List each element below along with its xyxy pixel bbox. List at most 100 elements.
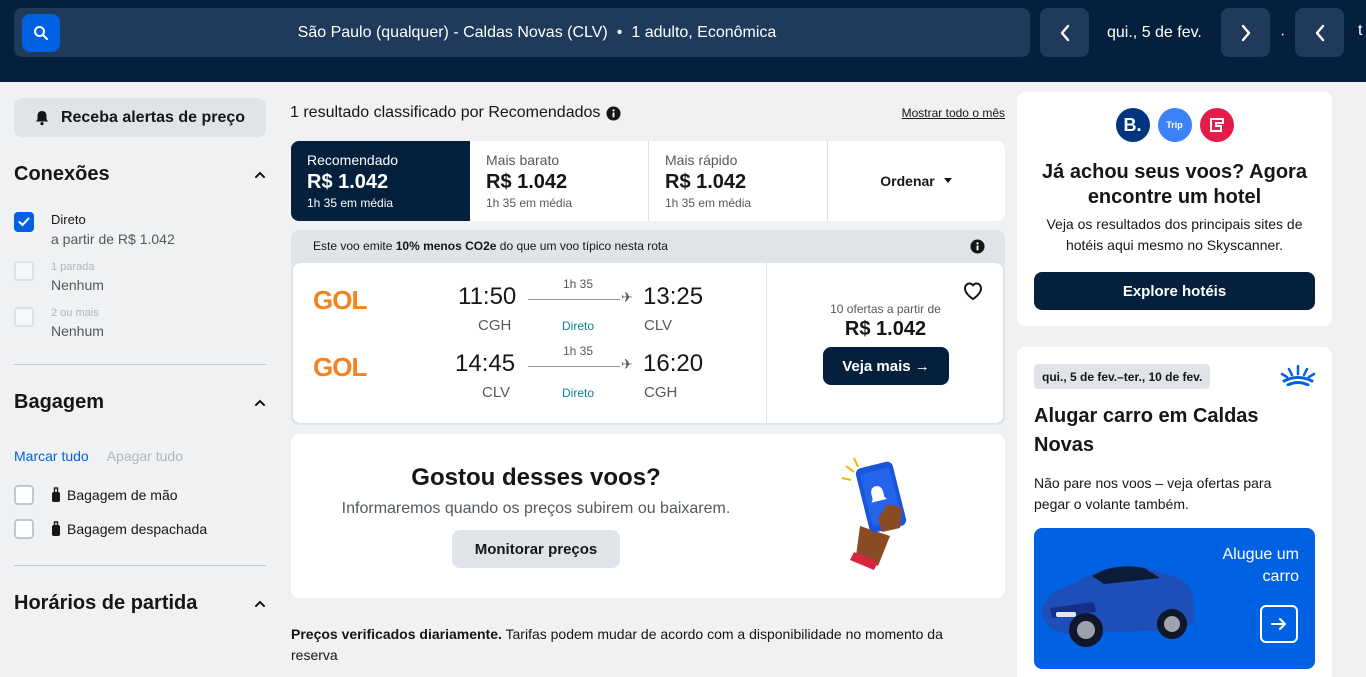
departure-time: 14:45	[455, 350, 516, 377]
departure-times-header[interactable]: Horários de partida	[14, 592, 266, 615]
departure-airport: CLV	[482, 384, 511, 401]
return-date[interactable]: t	[1358, 22, 1362, 40]
carry-on-label: Bagagem de mão	[67, 487, 178, 503]
results-header: 1 resultado classificado por Recomendado…	[290, 102, 1005, 124]
arrival-airport: CGH	[644, 384, 678, 401]
carry-on-checkbox[interactable]	[14, 485, 34, 505]
tab-recommended[interactable]: Recomendado R$ 1.042 1h 35 em média	[291, 141, 470, 221]
connections-header[interactable]: Conexões	[14, 163, 266, 186]
prev-return-date-button[interactable]	[1295, 8, 1344, 57]
partner-logo	[1199, 108, 1234, 142]
co2-prefix: Este voo emite	[313, 239, 396, 253]
checked-bag-checkbox[interactable]	[14, 519, 34, 539]
chevron-left-icon	[1315, 24, 1324, 41]
direct-label-group: Direto a partir de R$ 1.042	[51, 212, 175, 247]
car-banner-arrow-button[interactable]	[1260, 605, 1298, 643]
route-text: São Paulo (qualquer) - Caldas Novas (CLV…	[297, 23, 608, 41]
car-rental-banner[interactable]: Alugue um carro	[1034, 528, 1315, 669]
next-depart-date-button[interactable]	[1221, 8, 1270, 57]
two-plus-label-group: 2 ou mais Nenhum	[51, 307, 104, 339]
return-leg: GOL 14:45 CLV 1h 35 ✈ Direto 16:20 CGH	[293, 344, 767, 408]
flight-price: R$ 1.042	[844, 318, 927, 340]
co2-banner: Este voo emite 10% menos CO2e do que um …	[291, 230, 1005, 262]
skyscanner-sun-icon	[1280, 364, 1316, 386]
direct-checkbox[interactable]	[14, 212, 34, 232]
outbound-leg: GOL 11:50 CGH 1h 35 ✈ Direto 13:25 CLV	[293, 277, 767, 341]
booking-logo: B.	[1115, 108, 1150, 142]
departure-time: 11:50	[458, 283, 517, 310]
info-icon[interactable]	[970, 238, 985, 254]
tab-cheapest[interactable]: Mais barato R$ 1.042 1h 35 em média	[470, 141, 649, 221]
filter-2-plus-stops: 2 ou mais Nenhum	[14, 307, 266, 339]
sort-tabs: Recomendado R$ 1.042 1h 35 em média Mais…	[291, 141, 1005, 221]
co2-text: Este voo emite 10% menos CO2e do que um …	[313, 239, 668, 253]
car-banner-line-1: Alugue um	[1222, 546, 1300, 563]
carry-on-bag-icon	[52, 487, 60, 502]
prev-depart-date-button[interactable]	[1040, 8, 1089, 57]
arrival-time: 13:25	[643, 283, 704, 310]
chevron-up-icon	[255, 600, 265, 607]
co2-suffix: do que um voo típico nesta rota	[496, 239, 668, 253]
track-prices-button[interactable]: Monitorar preços	[452, 530, 620, 568]
chevron-right-icon	[1241, 24, 1250, 41]
chevron-up-icon	[255, 399, 265, 406]
flight-duration: 1h 35	[562, 277, 594, 291]
disclaimer-bold: Preços verificados diariamente.	[291, 626, 502, 642]
search-summary-text: São Paulo (qualquer) - Caldas Novas (CLV…	[14, 8, 1030, 57]
baggage-header[interactable]: Bagagem	[14, 391, 266, 414]
flight-card[interactable]: GOL 11:50 CGH 1h 35 ✈ Direto 13:25 CLV G…	[293, 263, 1003, 423]
car-banner-text: Alugue um carro	[1223, 544, 1300, 588]
baggage-title: Bagagem	[14, 391, 105, 413]
info-icon[interactable]	[606, 105, 621, 121]
arrival-airport: CLV	[644, 317, 673, 334]
hotel-crosssell-card: B. Trip Já achou seus voos? Agora encont…	[1017, 92, 1332, 326]
departure-airport: CGH	[478, 317, 512, 334]
sort-order-label: Ordenar	[880, 173, 935, 189]
filters-sidebar: Receba alertas de preço Conexões Direto …	[14, 98, 266, 615]
car-rental-card: qui., 5 de fev.–ter., 10 de fev. Alugar …	[1017, 347, 1332, 677]
see-more-button[interactable]: Veja mais →	[823, 347, 949, 385]
promo-title: Gostou desses voos?	[411, 464, 661, 491]
checked-bag-icon	[52, 521, 60, 536]
tab-price: R$ 1.042	[307, 171, 389, 193]
phone-notification-illustration	[841, 457, 907, 570]
select-all-link[interactable]: Marcar tudo	[14, 448, 89, 464]
sort-order-dropdown[interactable]: Ordenar	[828, 141, 1005, 221]
connections-title: Conexões	[14, 163, 110, 185]
tab-price: R$ 1.042	[486, 171, 568, 193]
chevron-up-icon	[255, 171, 265, 178]
route-line	[528, 366, 620, 367]
tab-fastest[interactable]: Mais rápido R$ 1.042 1h 35 em média	[649, 141, 828, 221]
caret-down-icon	[943, 178, 952, 183]
price-column: 10 ofertas a partir de R$ 1.042 Veja mai…	[768, 263, 1003, 423]
tab-label: Recomendado	[307, 152, 399, 168]
tab-label: Mais rápido	[665, 152, 738, 168]
filter-checked-bag[interactable]: Bagagem despachada	[14, 519, 266, 539]
two-plus-checkbox	[14, 307, 34, 327]
price-alert-button[interactable]: Receba alertas de preço	[14, 98, 266, 137]
one-stop-label-group: 1 parada Nenhum	[51, 261, 104, 293]
passengers-text: 1 adulto, Econômica	[631, 23, 777, 41]
explore-hotels-button[interactable]: Explore hotéis	[1034, 272, 1315, 310]
depart-date[interactable]: qui., 5 de fev.	[1107, 8, 1202, 57]
car-banner-line-2: carro	[1262, 568, 1299, 585]
show-month-link[interactable]: Mostrar todo o mês	[902, 106, 1005, 120]
search-summary-bar[interactable]: São Paulo (qualquer) - Caldas Novas (CLV…	[14, 8, 1030, 57]
plane-icon: ✈	[621, 289, 633, 305]
car-image	[1041, 566, 1194, 647]
one-stop-checkbox	[14, 261, 34, 281]
tab-label: Mais barato	[486, 152, 560, 168]
top-bar: São Paulo (qualquer) - Caldas Novas (CLV…	[0, 0, 1366, 82]
price-alert-label: Receba alertas de preço	[60, 108, 246, 126]
filter-direct[interactable]: Direto a partir de R$ 1.042	[14, 212, 266, 247]
price-disclaimer: Preços verificados diariamente. Tarifas …	[291, 624, 991, 666]
tab-avg-duration: 1h 35 em média	[307, 196, 394, 210]
trip-logo: Trip	[1157, 108, 1192, 142]
stops-label: Direto	[561, 319, 594, 333]
divider	[14, 364, 266, 365]
checked-bag-label: Bagagem despachada	[67, 521, 208, 537]
car-card-title: Alugar carro em Caldas Novas	[1034, 405, 1259, 456]
results-summary-text: 1 resultado classificado por Recomendado…	[290, 104, 601, 121]
filter-carry-on[interactable]: Bagagem de mão	[14, 485, 266, 505]
direct-price: a partir de R$ 1.042	[51, 231, 175, 247]
